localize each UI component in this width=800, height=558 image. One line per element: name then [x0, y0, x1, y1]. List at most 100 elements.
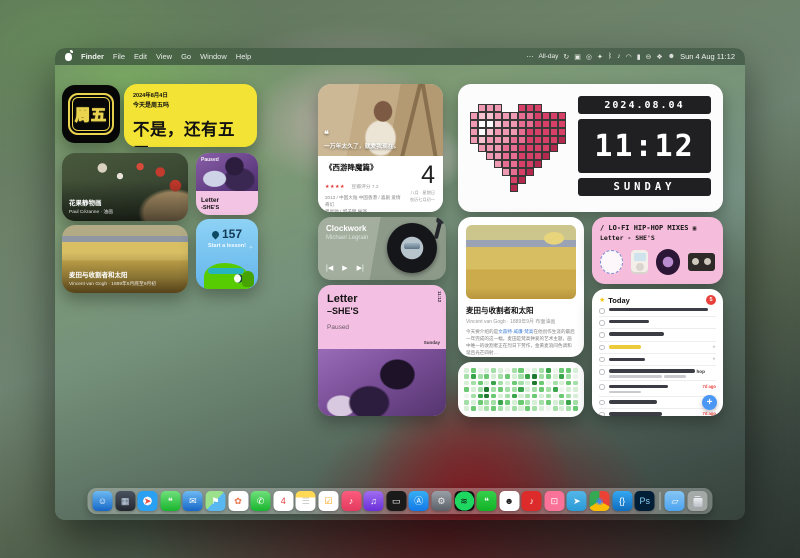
dock-telegram[interactable]: ➤ — [567, 491, 587, 511]
art-widget-cezanne[interactable]: 花果静物画 Paul Cézanne · 油画 — [62, 153, 188, 221]
today-item[interactable]: 7d ago — [599, 381, 716, 396]
record-icon[interactable]: ◎ — [586, 53, 592, 61]
menu-edit[interactable]: Edit — [134, 52, 147, 61]
pixel-clock-widget[interactable]: 2024.08.04 11:12 SUNDAY — [458, 84, 723, 212]
dock-chrome[interactable]: ◉ — [590, 491, 610, 511]
artwork-artist: Vincent van Gogh · 1889年6月底至9月初 — [69, 280, 156, 287]
dock-notes[interactable]: ☰ — [296, 491, 316, 511]
friday-badge-widget[interactable]: 周五 — [62, 85, 120, 143]
previous-icon[interactable]: |◀ — [326, 264, 333, 272]
reminder-checkbox[interactable] — [599, 400, 605, 406]
countdown-widget[interactable]: 2024年8月4日 今天是周五吗 不是，还有五天 — [124, 84, 257, 147]
today-item[interactable] — [599, 305, 716, 317]
reminder-checkbox[interactable] — [599, 345, 605, 351]
dock-facetime[interactable]: ✆ — [251, 491, 271, 511]
dock-mail[interactable]: ✉ — [183, 491, 203, 511]
reminder-checkbox[interactable] — [599, 308, 605, 314]
dock-safari[interactable]: ➤ — [138, 491, 158, 511]
today-item[interactable]: ★ — [599, 354, 716, 366]
reminder-checkbox[interactable] — [599, 369, 605, 375]
sparkle-icon: ✧ — [249, 245, 253, 251]
dock-netease-music[interactable]: ♪ — [522, 491, 542, 511]
calendar-status-label[interactable]: All-day — [539, 53, 559, 60]
dock-music[interactable]: ♪ — [341, 491, 361, 511]
dock-reminders[interactable]: ☑ — [318, 491, 338, 511]
today-item[interactable]: 7d ago — [599, 397, 716, 409]
dock-photos[interactable]: ✿ — [228, 491, 248, 511]
dock-maps[interactable]: ⚑ — [205, 491, 225, 511]
heart-pixel — [478, 136, 486, 144]
menu-help[interactable]: Help — [236, 52, 251, 61]
artist-link[interactable]: 文森特·威廉·梵高 — [498, 329, 533, 334]
menu-view[interactable]: View — [156, 52, 172, 61]
menu-go[interactable]: Go — [181, 52, 191, 61]
dock-appstore[interactable]: Ⓐ — [409, 491, 429, 511]
contribution-cell — [464, 400, 469, 405]
menu-window[interactable]: Window — [200, 52, 227, 61]
focus-icon[interactable]: ⊖ — [646, 53, 652, 61]
next-icon[interactable]: ▶| — [357, 264, 364, 272]
menubar-clock[interactable]: Sun 4 Aug 11:12 — [680, 52, 735, 61]
bluetooth-icon[interactable]: ᛒ — [608, 53, 612, 61]
reminder-checkbox[interactable] — [599, 320, 605, 326]
menu-file[interactable]: File — [113, 52, 125, 61]
streak-widget[interactable]: 157 Start a lesson! ✧ — [196, 219, 258, 289]
dock-settings[interactable]: ⚙ — [431, 491, 451, 511]
mini-music-widget[interactable]: Paused Letter -SHE'S — [196, 153, 258, 215]
redacted-text — [609, 320, 650, 324]
dock-finder[interactable]: ☺ — [92, 491, 112, 511]
overflow-icon[interactable]: ⋯ — [527, 53, 534, 61]
today-reminders-widget[interactable]: ★ Today 5 ★★hop7d ago7d ago7d ago + — [592, 289, 723, 416]
vinyl-icon[interactable] — [656, 249, 681, 275]
cassette-tape-icon[interactable] — [688, 253, 715, 271]
battery-icon[interactable]: ▮ — [637, 53, 641, 61]
art-detail-widget[interactable]: 麦田与收割者和太阳 Vincent van Gogh · 1889年9月 布面油… — [458, 217, 584, 357]
active-app-name[interactable]: Finder — [81, 52, 104, 61]
today-item[interactable] — [599, 329, 716, 341]
reminder-checkbox[interactable] — [599, 332, 605, 338]
contribution-cell — [553, 406, 558, 411]
dock-bilibili[interactable]: ⊡ — [544, 491, 564, 511]
contribution-widget[interactable] — [458, 362, 584, 417]
apple-menu-icon[interactable] — [65, 53, 72, 61]
today-item[interactable] — [599, 317, 716, 329]
sync-icon[interactable]: ↻ — [563, 53, 569, 61]
dock-photoshop[interactable]: Ps — [635, 491, 655, 511]
today-item[interactable]: ★ — [599, 342, 716, 354]
heart-pixel — [558, 184, 566, 192]
music-player-widget[interactable]: Clockwork Michael Legrain |◀▶▶| — [318, 217, 446, 280]
art-widget-vangogh[interactable]: 麦田与收割者和太阳 Vincent van Gogh · 1889年6月底至9月… — [62, 225, 188, 293]
display-icon[interactable]: ▣ — [574, 53, 581, 61]
music-status-icon[interactable]: ♪ — [617, 53, 621, 61]
now-playing-widget[interactable]: Letter –SHE'S Paused Sunday 11:12 — [318, 285, 446, 416]
dock-vscode[interactable]: {} — [612, 491, 632, 511]
movie-widget[interactable]: ❝ 一万年太久了，就爱我现在。 《西游降魔篇》 ★★★★ 豆瓣评分 7.2 20… — [318, 84, 443, 212]
dock-podcasts[interactable]: ♫ — [364, 491, 384, 511]
spotlight-icon[interactable]: ✦ — [597, 53, 603, 61]
dock-downloads-folder[interactable]: ▱ — [665, 491, 685, 511]
add-reminder-button[interactable]: + — [702, 395, 717, 410]
reminder-checkbox[interactable] — [599, 357, 605, 363]
lofi-playlist-widget[interactable]: / LO-FI HIP-HOP MIXES ▣ Letter - SHE'S — [592, 217, 723, 284]
dock-messages[interactable]: ❝ — [160, 491, 180, 511]
wifi-icon[interactable]: ◠ — [626, 53, 632, 61]
redacted-text — [609, 385, 668, 389]
heart-pixel — [494, 144, 502, 152]
dock-spotify[interactable]: ≋ — [454, 491, 474, 511]
today-item[interactable]: 7d ago — [599, 409, 716, 416]
doodle-disc-icon[interactable] — [600, 250, 623, 274]
reminder-checkbox[interactable] — [599, 384, 605, 390]
dock-qq[interactable]: ☻ — [499, 491, 519, 511]
reminder-checkbox[interactable] — [599, 412, 605, 416]
ipod-icon[interactable] — [631, 250, 648, 274]
appstore-icon: Ⓐ — [414, 497, 423, 506]
dock-trash[interactable] — [688, 491, 708, 511]
user-icon[interactable]: ☻ — [668, 53, 675, 61]
dock-calendar[interactable]: 4 — [273, 491, 293, 511]
play-icon[interactable]: ▶ — [342, 264, 347, 272]
airdrop-icon[interactable]: ❖ — [656, 53, 662, 61]
dock-tv[interactable]: ▭ — [386, 491, 406, 511]
dock-launchpad[interactable]: ▦ — [115, 491, 135, 511]
dock-wechat[interactable]: ❝ — [477, 491, 497, 511]
today-item[interactable]: hop — [599, 366, 716, 381]
